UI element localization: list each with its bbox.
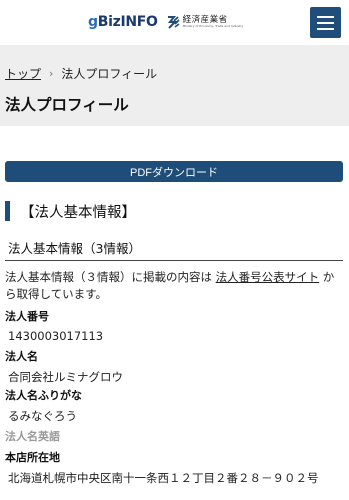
breadcrumb: トップ › 法人プロフィール — [5, 65, 157, 82]
corporate-kana-value: るみなぐろう — [8, 409, 77, 423]
head-office-address-value: 北海道札幌市中央区南十一条西１２丁目２番２８－９０２号 — [8, 471, 319, 485]
meti-english-name: Ministry of Economy, Trade and Industry — [182, 24, 244, 29]
corporate-kana-field: 法人名ふりがな るみなぐろう — [5, 387, 82, 424]
breadcrumb-area: トップ › 法人プロフィール 法人プロフィール — [0, 45, 349, 126]
breadcrumb-separator: › — [49, 67, 54, 80]
section-heading: 【法人基本情報】 — [5, 200, 136, 222]
corporate-name-value: 合同会社ルミナグロウ — [8, 370, 123, 384]
head-office-address-field: 本店所在地 北海道札幌市中央区南十一条西１２丁目２番２８－９０２号 — [5, 449, 319, 486]
meti-name: 経済産業省 — [182, 14, 228, 25]
subsection-title: 法人基本情報（3情報） — [8, 241, 141, 256]
corporate-number-field: 法人番号 1430003017113 — [5, 308, 103, 343]
source-description: 法人基本情報（３情報）に掲載の内容は 法人番号公表サイト から取得しています。 — [5, 270, 335, 301]
section-accent-bar — [5, 201, 10, 221]
corporate-name-label: 法人名 — [5, 350, 38, 363]
corporate-kana-label: 法人名ふりがな — [5, 389, 82, 402]
corporate-english-name-label: 法人名英語 — [5, 430, 60, 443]
site-logo[interactable]: gBizINFO 経済産業省 Ministry of Economy, Trad… — [88, 10, 243, 34]
corporate-number-site-link[interactable]: 法人番号公表サイト — [216, 270, 320, 284]
pdf-download-button[interactable]: PDFダウンロード — [5, 161, 343, 182]
hamburger-menu-icon[interactable] — [310, 7, 341, 38]
section-title: 【法人基本情報】 — [20, 204, 136, 221]
meti-emblem-icon — [167, 16, 180, 29]
meti-logo: 経済産業省 Ministry of Economy, Trade and Ind… — [166, 14, 244, 29]
breadcrumb-current: 法人プロフィール — [61, 67, 158, 81]
page-title: 法人プロフィール — [5, 96, 129, 114]
subsection-divider — [5, 260, 343, 261]
gbizinfo-logo: gBizINFO — [88, 14, 158, 30]
corporate-number-label: 法人番号 — [5, 310, 49, 323]
corporate-english-name-field: 法人名英語 — [5, 428, 60, 444]
site-header: gBizINFO 経済産業省 Ministry of Economy, Trad… — [0, 0, 349, 45]
head-office-address-label: 本店所在地 — [5, 451, 60, 464]
breadcrumb-home-link[interactable]: トップ — [5, 65, 41, 82]
corporate-name-field: 法人名 合同会社ルミナグロウ — [5, 348, 123, 385]
corporate-number-value: 1430003017113 — [8, 329, 104, 343]
